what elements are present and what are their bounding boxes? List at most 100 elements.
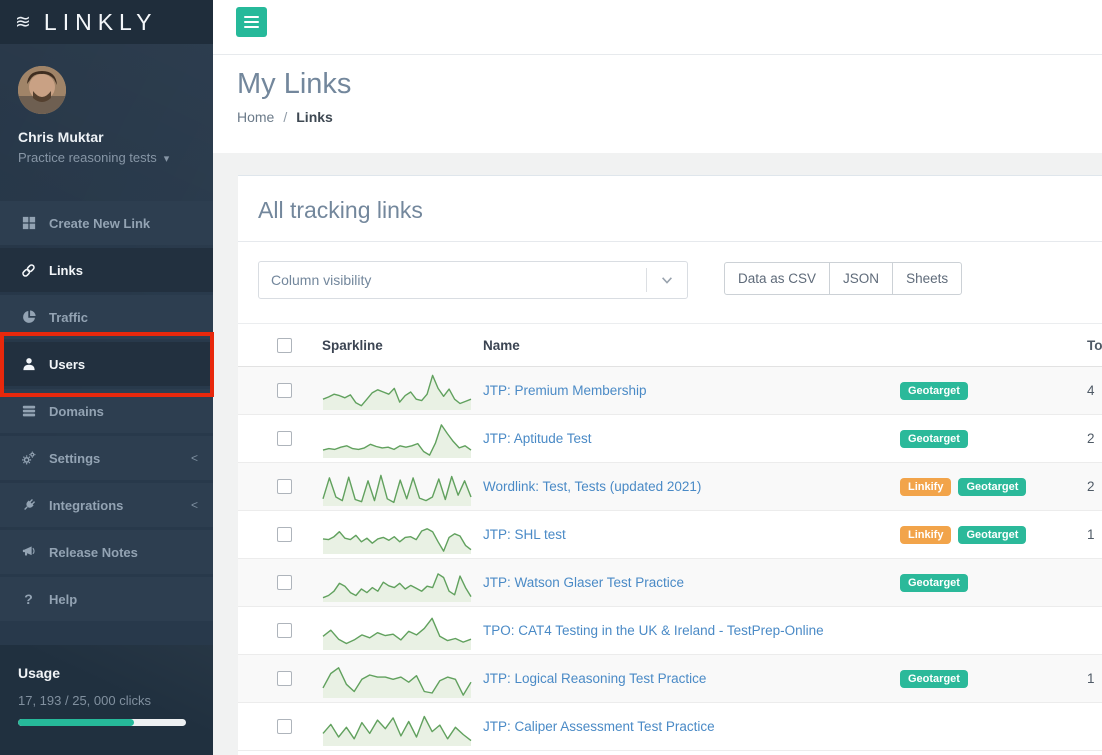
app-logo-text: LINKLY bbox=[44, 9, 158, 36]
table-row: JTP: Caliper Assessment Test Practice bbox=[238, 703, 1102, 751]
sidebar-item-integrations[interactable]: Integrations< bbox=[0, 483, 213, 527]
row-checkbox[interactable] bbox=[277, 527, 292, 542]
export-button-group: Data as CSVJSONSheets bbox=[724, 262, 962, 295]
sidebar-item-label: Links bbox=[49, 263, 83, 278]
grid-icon bbox=[20, 216, 37, 230]
sidebar-item-domains[interactable]: Domains bbox=[0, 389, 213, 433]
page-title: My Links bbox=[237, 68, 1102, 101]
link-name[interactable]: TPO: CAT4 Testing in the UK & Ireland - … bbox=[483, 623, 824, 638]
table-row: JTP: Premium MembershipGeotarget4 bbox=[238, 367, 1102, 415]
panel-title: All tracking links bbox=[258, 176, 1082, 224]
link-name[interactable]: JTP: Logical Reasoning Test Practice bbox=[483, 671, 706, 686]
link-name[interactable]: Wordlink: Test, Tests (updated 2021) bbox=[483, 479, 701, 494]
sparkline-chart bbox=[322, 707, 472, 747]
row-checkbox[interactable] bbox=[277, 383, 292, 398]
sparkline-chart bbox=[322, 611, 472, 651]
question-icon: ? bbox=[20, 592, 37, 606]
sparkline-chart bbox=[322, 515, 472, 555]
row-checkbox[interactable] bbox=[277, 719, 292, 734]
sparkline-chart bbox=[322, 659, 472, 699]
plug-icon bbox=[20, 498, 37, 512]
table-header-row: SparklineNameToday bbox=[238, 323, 1102, 367]
sidebar-item-label: Traffic bbox=[49, 310, 88, 325]
link-icon bbox=[20, 263, 37, 278]
pie-chart-icon bbox=[20, 310, 37, 324]
sidebar-item-release-notes[interactable]: Release Notes bbox=[0, 530, 213, 574]
usage-title: Usage bbox=[18, 665, 195, 681]
top-navbar bbox=[213, 0, 1102, 55]
usage-section: Usage 17, 193 / 25, 000 clicks bbox=[0, 645, 213, 755]
sidebar-item-users[interactable]: Users bbox=[0, 342, 213, 386]
row-checkbox[interactable] bbox=[277, 623, 292, 638]
page-header: My Links Home / Links bbox=[213, 55, 1102, 153]
table-row: JTP: Logical Reasoning Test PracticeGeot… bbox=[238, 655, 1102, 703]
link-name[interactable]: JTP: SHL test bbox=[483, 527, 566, 542]
links-table: SparklineNameToday JTP: Premium Membersh… bbox=[238, 323, 1102, 751]
chevron-left-icon: < bbox=[191, 451, 198, 465]
sparkline-chart bbox=[322, 371, 472, 411]
table-row: JTP: SHL test Linkify Geotarget 1 bbox=[238, 511, 1102, 559]
sidebar-item-create-new-link[interactable]: Create New Link bbox=[0, 201, 213, 245]
sidebar-item-settings[interactable]: Settings < bbox=[0, 436, 213, 480]
breadcrumb-current: Links bbox=[296, 109, 333, 125]
tracking-links-panel: All tracking links Column visibility Dat… bbox=[238, 175, 1102, 755]
sparkline-chart bbox=[322, 467, 472, 507]
row-checkbox[interactable] bbox=[277, 479, 292, 494]
badge-geotarget: Geotarget bbox=[900, 574, 968, 592]
server-icon bbox=[20, 404, 37, 418]
link-name[interactable]: JTP: Aptitude Test bbox=[483, 431, 592, 446]
logo-bar[interactable]: ≋ LINKLY bbox=[0, 0, 213, 44]
sidebar-item-help[interactable]: ? Help bbox=[0, 577, 213, 621]
gears-icon bbox=[20, 451, 37, 466]
table-body: JTP: Premium MembershipGeotarget4 JTP: Ap… bbox=[238, 367, 1102, 751]
export-button-data-as-csv[interactable]: Data as CSV bbox=[724, 262, 830, 295]
panel-divider bbox=[238, 241, 1102, 242]
megaphone-icon bbox=[20, 545, 37, 559]
table-row: Wordlink: Test, Tests (updated 2021) Link… bbox=[238, 463, 1102, 511]
today-count: 1 bbox=[1085, 527, 1102, 542]
sidebar-item-label: Users bbox=[49, 357, 85, 372]
row-checkbox[interactable] bbox=[277, 671, 292, 686]
badge-geotarget: Geotarget bbox=[958, 478, 1026, 496]
badge-geotarget: Geotarget bbox=[958, 526, 1026, 544]
link-name[interactable]: JTP: Premium Membership bbox=[483, 383, 647, 398]
breadcrumb-home-link[interactable]: Home bbox=[237, 109, 274, 125]
account-dropdown[interactable]: Practice reasoning tests ▾ bbox=[18, 150, 195, 165]
column-header-name: Name bbox=[483, 338, 900, 353]
sidebar: ≋ LINKLY Chris Muktar Practice reasoning… bbox=[0, 0, 213, 755]
page-gutter bbox=[213, 153, 1102, 175]
profile-name: Chris Muktar bbox=[18, 129, 195, 145]
hamburger-menu-button[interactable] bbox=[236, 7, 267, 37]
link-name[interactable]: JTP: Watson Glaser Test Practice bbox=[483, 575, 684, 590]
sparkline-chart bbox=[322, 563, 472, 603]
badge-linkify: Linkify bbox=[900, 478, 951, 496]
row-checkbox[interactable] bbox=[277, 431, 292, 446]
table-controls: Column visibility Data as CSVJSONSheets bbox=[258, 261, 1082, 299]
sidebar-item-label: Settings bbox=[49, 451, 100, 466]
today-count: 2 bbox=[1085, 431, 1102, 446]
usage-progress-fill bbox=[18, 719, 134, 726]
app-window: ≋ LINKLY Chris Muktar Practice reasoning… bbox=[0, 0, 1102, 755]
sidebar-item-traffic[interactable]: Traffic bbox=[0, 295, 213, 339]
sidebar-item-label: Create New Link bbox=[49, 216, 150, 231]
breadcrumb: Home / Links bbox=[237, 109, 1102, 125]
sidebar-item-label: Domains bbox=[49, 404, 104, 419]
avatar bbox=[18, 66, 66, 114]
export-button-sheets[interactable]: Sheets bbox=[892, 262, 962, 295]
export-button-json[interactable]: JSON bbox=[829, 262, 893, 295]
row-checkbox[interactable] bbox=[277, 575, 292, 590]
badge-linkify: Linkify bbox=[900, 526, 951, 544]
profile-section: Chris Muktar Practice reasoning tests ▾ bbox=[0, 44, 213, 165]
link-name[interactable]: JTP: Caliper Assessment Test Practice bbox=[483, 719, 715, 734]
caret-down-icon: ▾ bbox=[161, 153, 170, 165]
today-count: 1 bbox=[1085, 671, 1102, 686]
usage-stats: 17, 193 / 25, 000 clicks bbox=[18, 693, 195, 708]
main-content: My Links Home / Links All tracking links… bbox=[213, 0, 1102, 755]
chevron-down-icon bbox=[647, 273, 687, 287]
today-count: 2 bbox=[1085, 479, 1102, 494]
column-header-sparkline: Sparkline bbox=[322, 325, 472, 365]
sidebar-item-links[interactable]: Links bbox=[0, 248, 213, 292]
sidebar-item-label: Help bbox=[49, 592, 77, 607]
select-all-checkbox[interactable] bbox=[277, 338, 292, 353]
column-visibility-select[interactable]: Column visibility bbox=[258, 261, 688, 299]
